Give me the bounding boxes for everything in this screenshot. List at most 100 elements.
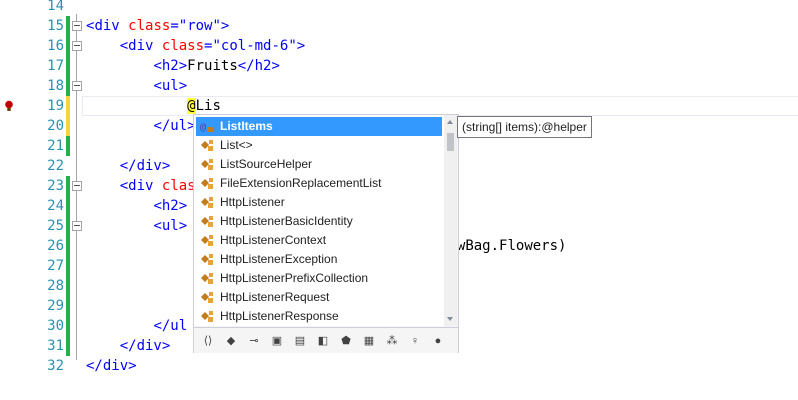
code-text[interactable]: <h2>Fruits</h2> [86,56,280,76]
code-token: ul [170,118,188,134]
code-token: div [128,38,154,54]
code-token: > [178,198,188,214]
code-text[interactable]: <div clas [86,176,196,196]
code-token: Lis [195,98,221,114]
line-number: 26 [47,238,64,254]
line-number: 22 [47,158,64,174]
collapse-icon[interactable] [72,221,82,231]
collapse-icon[interactable] [72,41,82,51]
code-token: </ [86,358,103,374]
code-text[interactable]: </div> [86,156,171,176]
code-token: Fruits [187,58,238,74]
filter-module-icon[interactable]: ⬟ [338,333,354,349]
code-text[interactable]: </div> [86,336,171,356]
completion-item[interactable]: HttpListenerBasicIdentity [196,212,442,231]
code-text[interactable]: </ul [86,316,187,336]
completion-item[interactable]: ListSourceHelper [196,155,442,174]
line-number: 20 [47,118,64,134]
completion-item[interactable]: @ ListItems [196,117,442,136]
signature-tooltip: (string[] items):@helper [457,116,592,138]
completion-item-label: HttpListenerException [220,252,338,266]
code-token: h2 [161,58,179,74]
change-marker [66,276,70,296]
change-marker [66,16,70,36]
filter-lock-icon[interactable]: ♀ [407,333,423,349]
filter-interface-icon[interactable]: ⁂ [384,333,400,349]
code-text[interactable]: </div> [86,356,137,376]
code-line[interactable]: 32 </div> [0,356,798,376]
lightbulb-icon[interactable] [0,96,20,116]
code-token: > [271,58,280,74]
completion-item[interactable]: FileExtensionReplacementList [196,174,442,193]
code-text[interactable]: <div class="row"> [86,16,229,36]
filter-delegate-icon[interactable]: ◧ [315,333,331,349]
completion-item-label: HttpListenerRequest [220,290,330,304]
razor-helper-icon: @ [200,120,214,133]
code-line[interactable]: 14 [0,0,798,16]
collapse-icon[interactable] [72,181,82,191]
completion-item[interactable]: HttpListenerResponse [196,307,442,326]
code-text[interactable]: </ul> [86,116,195,136]
filter-class-icon[interactable]: ◆ [223,333,239,349]
code-token: > [178,78,188,94]
completion-list[interactable]: @ ListItems List<> ListSourceHelper FileExte… [194,115,444,326]
collapse-icon[interactable] [72,21,82,31]
completion-item[interactable]: HttpListenerContext [196,231,442,250]
completion-item[interactable]: HttpListenerPrefixCollection [196,269,442,288]
filter-enum-icon[interactable]: ▤ [292,333,308,349]
razor-at-token: @ [187,98,196,114]
class-icon [200,291,214,304]
filter-structure-icon[interactable]: ▣ [269,333,285,349]
scroll-thumb[interactable] [447,133,454,151]
filter-namespace-icon[interactable]: ⟨⟩ [200,333,216,349]
class-icon [200,310,214,323]
code-line[interactable]: 16 <div class="col-md-6"> [0,36,798,56]
code-token: </ [153,118,171,134]
code-token: div [94,18,120,34]
scroll-up-arrow-icon[interactable] [447,120,453,124]
code-token: < [119,178,129,194]
class-icon [200,158,214,171]
line-number: 24 [47,198,64,214]
code-line[interactable]: 15 <div class="row"> [0,16,798,36]
filter-extension-icon[interactable]: ● [430,333,446,349]
code-text[interactable]: <ul> [86,216,187,236]
code-token: clas [161,178,196,194]
change-marker [66,236,70,256]
code-text[interactable]: <ul> [86,76,187,96]
code-line[interactable]: 18 <ul> [0,76,798,96]
class-icon [200,215,214,228]
completion-popup[interactable]: @ ListItems List<> ListSourceHelper FileExte… [193,114,459,353]
completion-scrollbar[interactable] [444,115,457,326]
code-line[interactable]: 17 <h2>Fruits</h2> [0,56,798,76]
completion-item[interactable]: HttpListenerRequest [196,288,442,307]
change-marker [66,216,70,236]
code-text[interactable]: @Lis [86,96,221,116]
code-line[interactable]: 19 @Lis [0,96,798,116]
code-token: "row" [178,18,221,34]
filter-module2-icon[interactable]: ▦ [361,333,377,349]
line-number: 19 [47,98,64,114]
line-number: 21 [47,138,64,154]
line-number: 23 [47,178,64,194]
code-token: < [153,58,162,74]
completion-item[interactable]: HttpListener [196,193,442,212]
code-text[interactable]: <h2> [86,196,187,216]
filter-key-value-icon[interactable]: ⊸ [246,333,262,349]
completion-item[interactable]: List<> [196,136,442,155]
completion-item[interactable]: HttpListenerException [196,250,442,269]
line-number: 29 [47,298,64,314]
scroll-down-arrow-icon[interactable] [447,317,453,321]
collapse-icon[interactable] [72,81,82,91]
line-number: 27 [47,258,64,274]
code-text[interactable]: <div class="col-md-6"> [86,36,306,56]
code-token: "col-md-6" [212,38,297,54]
class-icon [200,196,214,209]
